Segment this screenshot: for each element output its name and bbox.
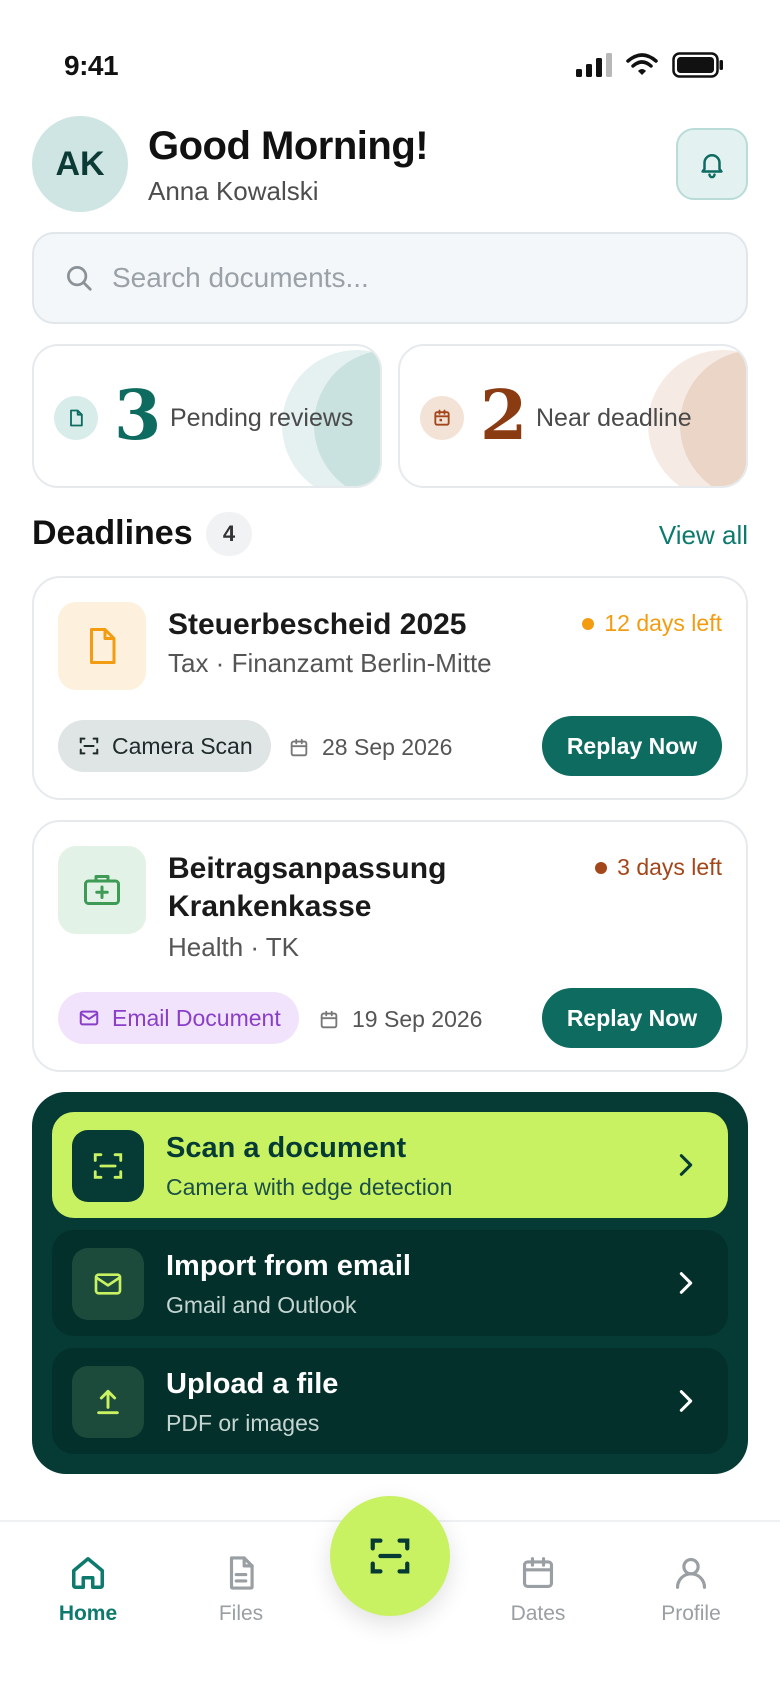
due-indicator: 3 days left <box>595 854 722 881</box>
calendar-icon <box>320 1010 338 1028</box>
nav-label: Dates <box>510 1602 566 1625</box>
chevron-right-icon <box>679 1272 693 1294</box>
stat-label: Near deadline <box>536 404 692 432</box>
greeting-title: Good Morning! <box>148 124 429 168</box>
action-icon-badge <box>72 1130 144 1202</box>
notifications-button[interactable] <box>676 128 748 200</box>
stat-icon-badge <box>420 396 464 440</box>
action-icon-badge <box>72 1248 144 1320</box>
date-text: 28 Sep 2026 <box>322 734 453 760</box>
status-time: 9:41 <box>64 50 119 81</box>
source-tag: Camera Scan <box>58 720 271 772</box>
action-subtitle: PDF or images <box>166 1410 320 1436</box>
date-text: 19 Sep 2026 <box>352 1006 483 1032</box>
reply-now-button[interactable]: Replay Now <box>542 716 722 776</box>
action-title: Import from email <box>166 1250 411 1282</box>
stat-icon-badge <box>54 396 98 440</box>
scan-icon <box>79 737 99 755</box>
deadline-card[interactable]: Beitragsanpassung Krankenkasse Health · … <box>32 820 748 1072</box>
status-icons <box>576 52 724 78</box>
action-title: Upload a file <box>166 1368 339 1400</box>
status-bar: 9:41 <box>0 0 780 100</box>
status-dot <box>595 861 608 874</box>
scan-icon <box>370 1538 410 1574</box>
calendar-icon <box>522 1557 554 1589</box>
action-subtitle: Camera with edge detection <box>166 1174 453 1200</box>
reply-now-button[interactable]: Replay Now <box>542 988 722 1048</box>
section-title: Deadlines <box>32 514 193 552</box>
due-date: 28 Sep 2026 <box>288 734 452 761</box>
nav-files[interactable]: Files <box>181 1554 301 1626</box>
scan-document-action[interactable]: Scan a document Camera with edge detecti… <box>52 1112 728 1218</box>
source-tag: Email Document <box>58 992 299 1044</box>
deadline-title-line: Krankenkasse <box>168 890 372 923</box>
search-bar[interactable] <box>32 232 748 324</box>
battery-icon <box>672 52 723 78</box>
scan-fab-button[interactable] <box>330 1496 450 1616</box>
calendar-icon <box>434 409 450 426</box>
calendar-icon <box>290 738 308 756</box>
upload-file-action[interactable]: Upload a file PDF or images <box>52 1348 728 1454</box>
tag-label: Camera Scan <box>112 732 253 759</box>
nav-profile[interactable]: Profile <box>631 1554 751 1626</box>
deadline-card[interactable]: Steuerbescheid 2025 Tax · Finanzamt Berl… <box>32 576 748 800</box>
quick-actions-panel: Scan a document Camera with edge detecti… <box>32 1092 748 1474</box>
user-name: Anna Kowalski <box>148 176 319 206</box>
nav-home[interactable]: Home <box>28 1554 148 1626</box>
bell-icon <box>701 154 723 179</box>
search-icon <box>67 266 92 291</box>
near-deadline-card[interactable]: 2 Near deadline <box>398 344 748 488</box>
due-text: 3 days left <box>617 854 722 880</box>
file-icon <box>229 1556 254 1590</box>
stat-number: 2 <box>480 376 528 456</box>
view-all-link[interactable]: View all <box>659 520 748 551</box>
wifi-icon <box>626 53 658 75</box>
action-icon-badge <box>72 1366 144 1438</box>
user-icon <box>675 1557 707 1589</box>
document-icon <box>70 409 83 427</box>
deadline-title: Beitragsanpassung Krankenkasse <box>168 850 446 926</box>
deadline-meta: Health · TK <box>168 932 300 962</box>
deadline-title: Steuerbescheid 2025 <box>168 608 467 641</box>
nav-label: Profile <box>661 1602 721 1625</box>
chevron-right-icon <box>679 1390 693 1412</box>
due-text: 12 days left <box>604 610 722 636</box>
status-dot <box>582 617 595 630</box>
stat-number: 3 <box>114 376 162 456</box>
search-input[interactable] <box>112 262 712 294</box>
deadline-meta: Tax · Finanzamt Berlin-Mitte <box>168 648 492 678</box>
deadline-title-line: Beitragsanpassung <box>168 852 447 885</box>
stat-label: Pending reviews <box>170 404 354 432</box>
deadline-icon-badge <box>58 846 146 934</box>
nav-label: Home <box>58 1602 118 1625</box>
nav-dates[interactable]: Dates <box>478 1554 598 1626</box>
home-icon <box>72 1557 104 1589</box>
tag-label: Email Document <box>112 1004 281 1031</box>
action-subtitle: Gmail and Outlook <box>166 1292 357 1318</box>
avatar[interactable]: AK <box>32 116 128 212</box>
due-indicator: 12 days left <box>582 610 722 637</box>
mail-icon <box>79 1010 99 1026</box>
count-badge: 4 <box>206 512 252 556</box>
scan-icon <box>93 1153 123 1179</box>
chevron-right-icon <box>679 1154 693 1176</box>
due-date: 19 Sep 2026 <box>318 1006 482 1033</box>
import-email-action[interactable]: Import from email Gmail and Outlook <box>52 1230 728 1336</box>
signal-icon <box>576 53 612 77</box>
pending-reviews-card[interactable]: 3 Pending reviews <box>32 344 382 488</box>
nav-label: Files <box>218 1602 264 1625</box>
deadline-icon-badge <box>58 602 146 690</box>
action-title: Scan a document <box>166 1132 407 1164</box>
mail-icon <box>94 1273 122 1295</box>
medical-kit-icon <box>84 875 120 905</box>
document-icon <box>90 628 116 664</box>
upload-icon <box>97 1389 119 1415</box>
